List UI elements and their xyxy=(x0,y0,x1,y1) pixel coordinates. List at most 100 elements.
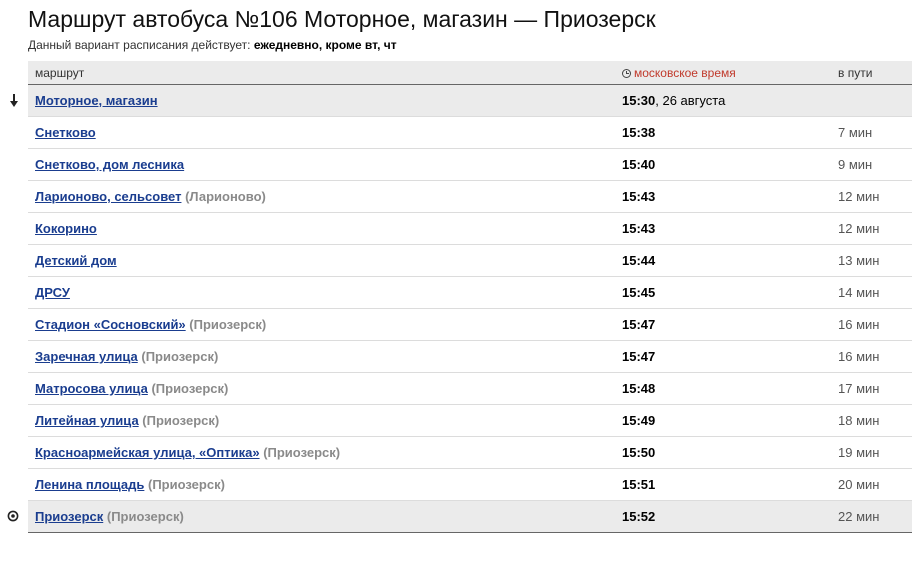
target-icon xyxy=(7,510,19,522)
stop-cell: Красноармейская улица, «Оптика» (Приозер… xyxy=(35,445,340,460)
stop-town: (Приозерск) xyxy=(141,349,219,364)
arrival-time-value: 15:45 xyxy=(622,285,656,300)
departure-date: , 26 августа xyxy=(655,93,726,108)
stop-link[interactable]: Приозерск xyxy=(35,509,103,524)
stop-town: (Приозерск) xyxy=(151,381,229,396)
stop-cell: Ларионово, сельсовет (Ларионово) xyxy=(35,189,266,204)
travel-duration: 14 мин xyxy=(838,285,880,300)
stop-link[interactable]: Красноармейская улица, «Оптика» xyxy=(35,445,260,460)
arrival-time-value: 15:48 xyxy=(622,381,656,396)
column-header-route: маршрут xyxy=(35,66,85,80)
arrival-time-value: 15:50 xyxy=(622,445,656,460)
table-row: Красноармейская улица, «Оптика» (Приозер… xyxy=(28,437,912,469)
arrival-time-value: 15:40 xyxy=(622,157,656,172)
travel-duration: 9 мин xyxy=(838,157,873,172)
table-row: Стадион «Сосновский» (Приозерск) 15:47 16 … xyxy=(28,309,912,341)
travel-duration: 17 мин xyxy=(838,381,880,396)
arrival-time-value: 15:44 xyxy=(622,253,656,268)
stop-link[interactable]: Заречная улица xyxy=(35,349,138,364)
arrow-down-icon xyxy=(10,94,18,107)
stop-link[interactable]: Детский дом xyxy=(35,253,117,268)
travel-duration: 16 мин xyxy=(838,349,880,364)
arrival-time: 15:38 xyxy=(622,125,655,140)
stop-town: (Ларионово) xyxy=(185,189,266,204)
travel-duration: 7 мин xyxy=(838,125,873,140)
stop-link[interactable]: Ленина площадь xyxy=(35,477,144,492)
schedule-validity-label: Данный вариант расписания действует: xyxy=(28,38,254,52)
route-table: маршрут московское время в пути Моторное… xyxy=(7,61,912,533)
arrival-time-value: 15:30 xyxy=(622,93,656,108)
stop-cell: Ленина площадь (Приозерск) xyxy=(35,477,225,492)
arrival-time-value: 15:51 xyxy=(622,477,656,492)
arrival-time: 15:52 xyxy=(622,509,655,524)
stop-cell: Приозерск (Приозерск) xyxy=(35,509,184,524)
arrival-time-value: 15:43 xyxy=(622,189,656,204)
table-body: Моторное, магазин 15:30, 26 августа Снетко… xyxy=(7,85,912,533)
arrival-time: 15:47 xyxy=(622,317,655,332)
stop-cell: Детский дом xyxy=(35,253,117,268)
arrival-time: 15:40 xyxy=(622,157,655,172)
travel-duration: 19 мин xyxy=(838,445,880,460)
stop-cell: Снетково xyxy=(35,125,96,140)
clock-icon xyxy=(622,68,631,78)
table-row: Ленина площадь (Приозерск) 15:51 20 мин xyxy=(28,469,912,501)
arrival-time: 15:45 xyxy=(622,285,655,300)
stop-link[interactable]: Ларионово, сельсовет xyxy=(35,189,181,204)
table-row: Детский дом 15:44 13 мин xyxy=(28,245,912,277)
schedule-validity-days: ежедневно, кроме вт, чт xyxy=(253,38,397,52)
stop-town: (Приозерск) xyxy=(142,413,220,428)
page-title: Маршрут автобуса №106 Моторное, магазин … xyxy=(28,6,656,32)
arrival-time: 15:49 xyxy=(622,413,655,428)
table-row: Ларионово, сельсовет (Ларионово) 15:43 12 … xyxy=(28,181,912,213)
table-row: Снетково 15:38 7 мин xyxy=(28,117,912,149)
table-header: маршрут московское время в пути xyxy=(28,61,912,85)
column-header-time-label: московское время xyxy=(634,66,736,80)
travel-duration: 20 мин xyxy=(838,477,880,492)
stop-town: (Приозерск) xyxy=(106,509,184,524)
travel-duration: 13 мин xyxy=(838,253,880,268)
stop-link[interactable]: Снетково, дом лесника xyxy=(35,157,184,172)
stop-link[interactable]: ДРСУ xyxy=(35,285,70,300)
arrival-time-value: 15:52 xyxy=(622,509,656,524)
travel-duration: 12 мин xyxy=(838,189,880,204)
stop-link[interactable]: Снетково xyxy=(35,125,96,140)
stop-link[interactable]: Моторное, магазин xyxy=(35,93,158,108)
table-row: Кокорино 15:43 12 мин xyxy=(28,213,912,245)
arrival-time-value: 15:47 xyxy=(622,349,656,364)
travel-duration: 18 мин xyxy=(838,413,880,428)
arrival-time: 15:44 xyxy=(622,253,655,268)
stop-town: (Приозерск) xyxy=(263,445,341,460)
stop-cell: Литейная улица (Приозерск) xyxy=(35,413,219,428)
arrival-time: 15:48 xyxy=(622,381,655,396)
stop-link[interactable]: Литейная улица xyxy=(35,413,139,428)
travel-duration: 22 мин xyxy=(838,509,880,524)
arrival-time-value: 15:38 xyxy=(622,125,656,140)
table-row: Заречная улица (Приозерск) 15:47 16 мин xyxy=(28,341,912,373)
arrival-time: 15:50 xyxy=(622,445,655,460)
stop-cell: Кокорино xyxy=(35,221,97,236)
stop-cell: Заречная улица (Приозерск) xyxy=(35,349,218,364)
table-row: ДРСУ 15:45 14 мин xyxy=(28,277,912,309)
stop-link[interactable]: Стадион «Сосновский» xyxy=(35,317,186,332)
table-row: Моторное, магазин 15:30, 26 августа xyxy=(10,85,912,117)
arrival-time-value: 15:47 xyxy=(622,317,656,332)
arrival-time: 15:30, 26 августа xyxy=(622,93,725,108)
travel-duration: 16 мин xyxy=(838,317,880,332)
stop-link[interactable]: Матросова улица xyxy=(35,381,148,396)
travel-duration: 12 мин xyxy=(838,221,880,236)
stop-town: (Приозерск) xyxy=(148,477,225,492)
stop-cell: ДРСУ xyxy=(35,285,70,300)
schedule-validity: Данный вариант расписания действует: еже… xyxy=(28,38,397,52)
column-header-duration: в пути xyxy=(838,66,873,80)
table-row: Литейная улица (Приозерск) 15:49 18 мин xyxy=(28,405,912,437)
arrival-time: 15:47 xyxy=(622,349,655,364)
table-row: Матросова улица (Приозерск) 15:48 17 мин xyxy=(28,373,912,405)
stop-link[interactable]: Кокорино xyxy=(35,221,97,236)
stop-cell: Моторное, магазин xyxy=(35,93,158,108)
arrival-time-value: 15:49 xyxy=(622,413,656,428)
table-row: Снетково, дом лесника 15:40 9 мин xyxy=(28,149,912,181)
stop-town: (Приозерск) xyxy=(189,317,267,332)
stop-cell: Стадион «Сосновский» (Приозерск) xyxy=(35,317,266,332)
stop-cell: Снетково, дом лесника xyxy=(35,157,184,172)
arrival-time: 15:43 xyxy=(622,189,655,204)
